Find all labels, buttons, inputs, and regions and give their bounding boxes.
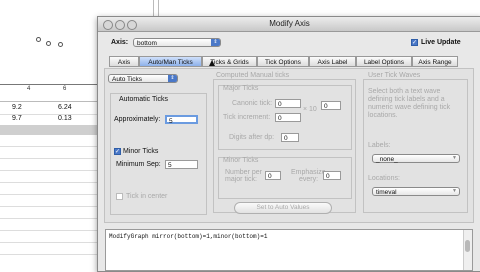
- window-title: Modify Axis: [269, 19, 310, 28]
- table-divider: [0, 242, 98, 243]
- ticks-mode-select[interactable]: Auto Ticks ⇕: [108, 74, 178, 83]
- table-divider: [0, 170, 98, 171]
- tab-axis-label[interactable]: Axis Label: [309, 56, 356, 67]
- chevron-down-icon: ▼: [452, 155, 457, 161]
- user-tick-waves-title: User Tick Waves: [368, 72, 421, 79]
- tick-increment-label: Tick increment:: [223, 114, 271, 121]
- minor-ticks-checkbox[interactable]: ✓: [114, 148, 121, 155]
- times-ten-label: × 10: [303, 106, 317, 113]
- plot-point: [46, 41, 51, 46]
- table-cell: 9.2: [12, 104, 22, 111]
- digits-after-dp-label: Digits after dp:: [229, 134, 275, 141]
- axis-select-value: bottom: [137, 40, 157, 47]
- table-divider: [0, 230, 98, 231]
- user-tick-waves-description: Select both a text wave defining tick la…: [368, 88, 451, 119]
- major-tick-label: major tick:: [225, 176, 257, 183]
- mouse-cursor-icon: [209, 60, 215, 66]
- tick-increment-field[interactable]: 0: [275, 113, 301, 122]
- plot-point: [58, 42, 63, 47]
- scroll-thumb[interactable]: [465, 240, 470, 252]
- minimum-sep-label: Minimum Sep:: [116, 161, 161, 168]
- computed-manual-ticks-title: Computed Manual ticks: [216, 72, 290, 79]
- chevron-down-icon: ▼: [452, 188, 457, 194]
- labels-select[interactable]: _none_ ▼: [372, 154, 460, 163]
- minimum-sep-field[interactable]: 5: [165, 160, 198, 169]
- background-window-edge: [153, 0, 234, 16]
- modify-axis-dialog: Modify Axis Axis: bottom ⇕ ✓ Live Update…: [97, 16, 480, 272]
- digits-after-dp-field[interactable]: 0: [281, 133, 299, 142]
- table-cell: 6.24: [58, 104, 72, 111]
- tab-label-options[interactable]: Label Options: [356, 56, 412, 67]
- table-divider: [0, 218, 98, 219]
- approximately-field[interactable]: 5: [165, 115, 198, 125]
- plot-point: [36, 37, 41, 42]
- minimize-button[interactable]: [115, 20, 125, 30]
- table-divider: [0, 206, 98, 207]
- locations-select[interactable]: timeval ▼: [372, 187, 460, 196]
- major-ticks-group: Major Ticks Canonic tick: 0 × 10 0 Tick …: [218, 85, 352, 150]
- approximately-label: Approximately:: [114, 116, 161, 123]
- minor-ticks-label: Minor Ticks: [123, 148, 159, 155]
- table-cell: 9.7: [12, 115, 22, 122]
- minor-ticks-title: Minor Ticks: [223, 157, 259, 164]
- zoom-button[interactable]: [127, 20, 137, 30]
- emphasize-every-label: every:: [299, 176, 319, 183]
- command-scrollbar[interactable]: [463, 230, 472, 270]
- tab-axis[interactable]: Axis: [109, 56, 139, 67]
- minor-ticks-group: Minor Ticks Number per major tick: 0 Emp…: [218, 157, 352, 199]
- ticks-mode-value: Auto Ticks: [112, 76, 142, 83]
- table-divider: [0, 146, 98, 147]
- table-divider: [0, 194, 98, 195]
- chevron-updown-icon: ⇕: [211, 39, 220, 46]
- axis-select[interactable]: bottom ⇕: [133, 38, 221, 47]
- table-row-selected[interactable]: [0, 125, 98, 135]
- live-update-label: Live Update: [421, 39, 461, 46]
- labels-select-value: _none_: [376, 156, 398, 163]
- emphasize-every-field[interactable]: 0: [323, 171, 341, 180]
- command-textarea[interactable]: ModifyGraph mirror(bottom)=1,minor(botto…: [105, 229, 473, 271]
- tab-auto-man-ticks[interactable]: Auto/Man Ticks: [139, 56, 202, 67]
- locations-label: Locations:: [368, 175, 400, 182]
- live-update-checkbox[interactable]: ✓: [411, 39, 418, 46]
- canonic-tick-label: Canonic tick:: [232, 100, 273, 107]
- tick-in-center-checkbox[interactable]: [116, 193, 123, 200]
- axis-label: Axis:: [111, 39, 129, 46]
- locations-select-value: timeval: [376, 189, 397, 196]
- table-divider: [0, 254, 98, 255]
- close-button[interactable]: [103, 20, 113, 30]
- exponent-field[interactable]: 0: [321, 101, 341, 110]
- labels-label: Labels:: [368, 142, 391, 149]
- table-header: [0, 92, 98, 102]
- emphasize-label: Emphasize: [291, 169, 326, 176]
- table-divider: [0, 182, 98, 183]
- table-cell: 0.13: [58, 115, 72, 122]
- user-tick-waves-group: Select both a text wave defining tick la…: [363, 79, 468, 213]
- title-bar[interactable]: Modify Axis: [98, 17, 480, 32]
- number-per-label: Number per: [225, 169, 262, 176]
- number-per-major-field[interactable]: 0: [265, 171, 281, 180]
- canonic-tick-field[interactable]: 0: [275, 99, 301, 108]
- tick-in-center-label: Tick in center: [126, 193, 168, 200]
- tab-axis-range[interactable]: Axis Range: [412, 56, 458, 67]
- computed-manual-ticks-group: Major Ticks Canonic tick: 0 × 10 0 Tick …: [213, 79, 356, 214]
- automatic-ticks-title: Automatic Ticks: [119, 96, 169, 103]
- tab-tick-options[interactable]: Tick Options: [257, 56, 309, 67]
- automatic-ticks-group: Automatic Ticks Approximately: 5 ✓ Minor…: [110, 93, 207, 215]
- set-to-auto-values-button[interactable]: Set to Auto Values: [234, 202, 332, 214]
- command-text: ModifyGraph mirror(bottom)=1,minor(botto…: [109, 233, 268, 240]
- chevron-updown-icon: ⇕: [168, 75, 177, 82]
- table-divider: [0, 158, 98, 159]
- major-ticks-title: Major Ticks: [223, 85, 259, 92]
